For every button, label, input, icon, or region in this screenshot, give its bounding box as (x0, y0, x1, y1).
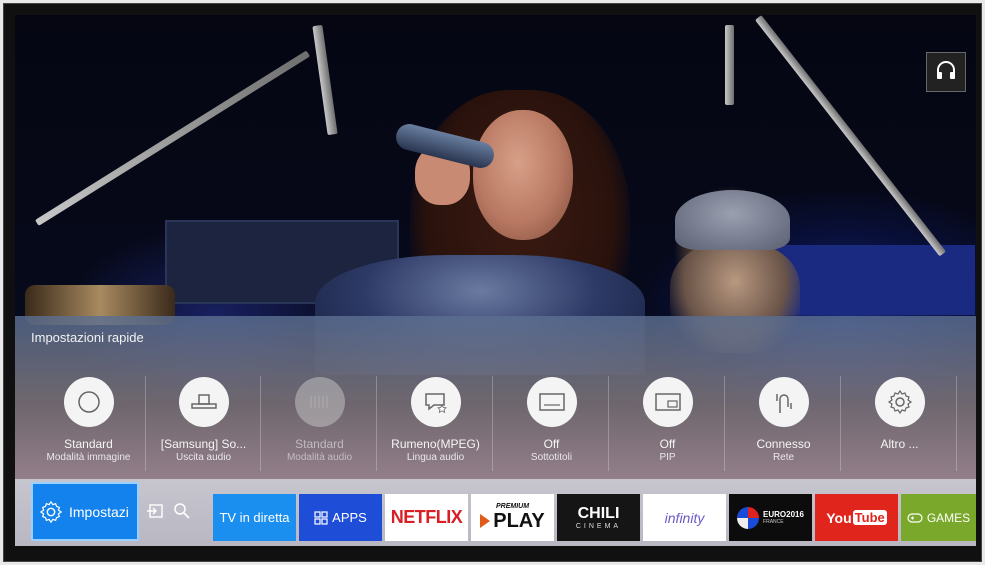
quick-setting-more[interactable]: Altro ... (842, 371, 957, 476)
divider (376, 376, 377, 471)
app-tile-apps[interactable]: APPS (299, 494, 382, 541)
quick-setting-network[interactable]: Connesso Rete (726, 371, 841, 476)
divider (492, 376, 493, 471)
app-tile-euro2016[interactable]: EURO2016 FRANCE (729, 494, 812, 541)
quick-setting-value: Standard (64, 437, 113, 451)
panel-title: Impostazioni rapide (31, 330, 144, 345)
app-tile-netflix[interactable]: NETFLIX (385, 494, 468, 541)
gear-icon (39, 500, 63, 524)
quick-setting-label: Sottotitoli (530, 452, 573, 463)
settings-tile[interactable]: Impostazi (31, 482, 139, 541)
quick-setting-label: Lingua audio (406, 452, 465, 463)
soundbar-icon (178, 377, 229, 427)
divider (956, 376, 957, 471)
app-tile-games[interactable]: GAMES (901, 494, 976, 541)
audio-output-button[interactable] (926, 52, 976, 520)
search-icon[interactable] (172, 501, 192, 521)
chili-sub: CINEMA (575, 523, 622, 530)
premium-play-logo: PLAY (480, 510, 545, 533)
divider (724, 376, 725, 471)
play-triangle-icon (480, 514, 491, 528)
quick-setting-value: Altro ... (880, 437, 919, 451)
settings-label: Impostazi (69, 503, 129, 520)
youtube-you: You (826, 509, 852, 526)
circle-icon (63, 377, 114, 427)
network-icon (758, 377, 809, 427)
apps-grid-icon (314, 510, 328, 525)
mic-stand (35, 50, 311, 226)
euro-ball-icon (737, 506, 760, 529)
audio-mode-icon (294, 377, 345, 427)
quick-setting-sound-mode: Standard Modalità audio (262, 371, 377, 476)
euro-text: EURO2016 FRANCE (763, 510, 804, 525)
quick-setting-audio-language[interactable]: Rumeno(MPEG) Lingua audio (378, 371, 493, 476)
quick-setting-value: Off (659, 437, 676, 451)
quick-setting-label: Uscita audio (175, 452, 232, 463)
tv-frame: Impostazioni rapide Standard Modalità im… (3, 3, 982, 562)
speech-bubble-icon (410, 377, 461, 427)
quick-setting-picture-mode[interactable]: Standard Modalità immagine (31, 371, 146, 476)
quick-setting-value: Rumeno(MPEG) (391, 437, 480, 451)
quick-setting-value: [Samsung] So... (160, 437, 247, 451)
app-tile-premium-play[interactable]: PREMIUM PLAY (471, 494, 554, 541)
quick-setting-value: Connesso (756, 437, 811, 451)
source-icon[interactable] (145, 501, 165, 521)
divider (840, 376, 841, 471)
app-tile-infinity[interactable]: infinity (643, 494, 726, 541)
mic-stand (725, 25, 734, 105)
premium-play-bottom: PLAY (493, 509, 545, 532)
app-tile-chili[interactable]: CHILI CINEMA (557, 494, 640, 541)
divider (260, 376, 261, 471)
quick-setting-value: Off (543, 437, 560, 451)
app-tile-youtube[interactable]: You Tube (815, 494, 898, 541)
divider (608, 376, 609, 471)
gamepad-icon (907, 512, 923, 524)
premium-play-top: PREMIUM (495, 502, 530, 510)
quick-settings-panel: Impostazioni rapide Standard Modalità im… (15, 316, 976, 479)
pip-icon (642, 377, 693, 427)
quick-setting-label: Modalità immagine (46, 452, 131, 463)
singer-face (473, 110, 573, 240)
app-label: TV in diretta (219, 510, 290, 525)
quick-setting-label: PIP (659, 452, 676, 463)
quick-setting-sound-output[interactable]: [Samsung] So... Uscita audio (146, 371, 261, 476)
headphone-icon (935, 59, 957, 85)
quick-setting-label: Rete (772, 452, 795, 463)
quick-setting-label: Modalità audio (286, 452, 353, 463)
chili-logo: CHILI (577, 505, 620, 522)
app-label: GAMES (926, 510, 971, 525)
stage-lights (775, 245, 975, 315)
musician-hat (675, 190, 790, 250)
netflix-logo: NETFLIX (390, 507, 463, 527)
subtitles-icon (526, 377, 577, 427)
euro-title: EURO2016 (763, 510, 804, 519)
euro-sub: FRANCE (763, 519, 784, 525)
quick-setting-subtitles[interactable]: Off Sottotitoli (494, 371, 609, 476)
app-tile-live-tv[interactable]: TV in diretta (213, 494, 296, 541)
tv-screen: Impostazioni rapide Standard Modalità im… (15, 15, 976, 546)
mic-stand (312, 24, 338, 136)
youtube-tube: Tube (852, 510, 887, 525)
smart-hub-bar: Impostazi TV in diretta APPS NETFLIX PRE… (15, 479, 976, 546)
quick-setting-pip[interactable]: Off PIP (610, 371, 725, 476)
gear-icon (874, 377, 925, 427)
infinity-logo: infinity (664, 509, 705, 526)
app-label: APPS (332, 510, 367, 525)
quick-setting-value: Standard (295, 437, 344, 451)
